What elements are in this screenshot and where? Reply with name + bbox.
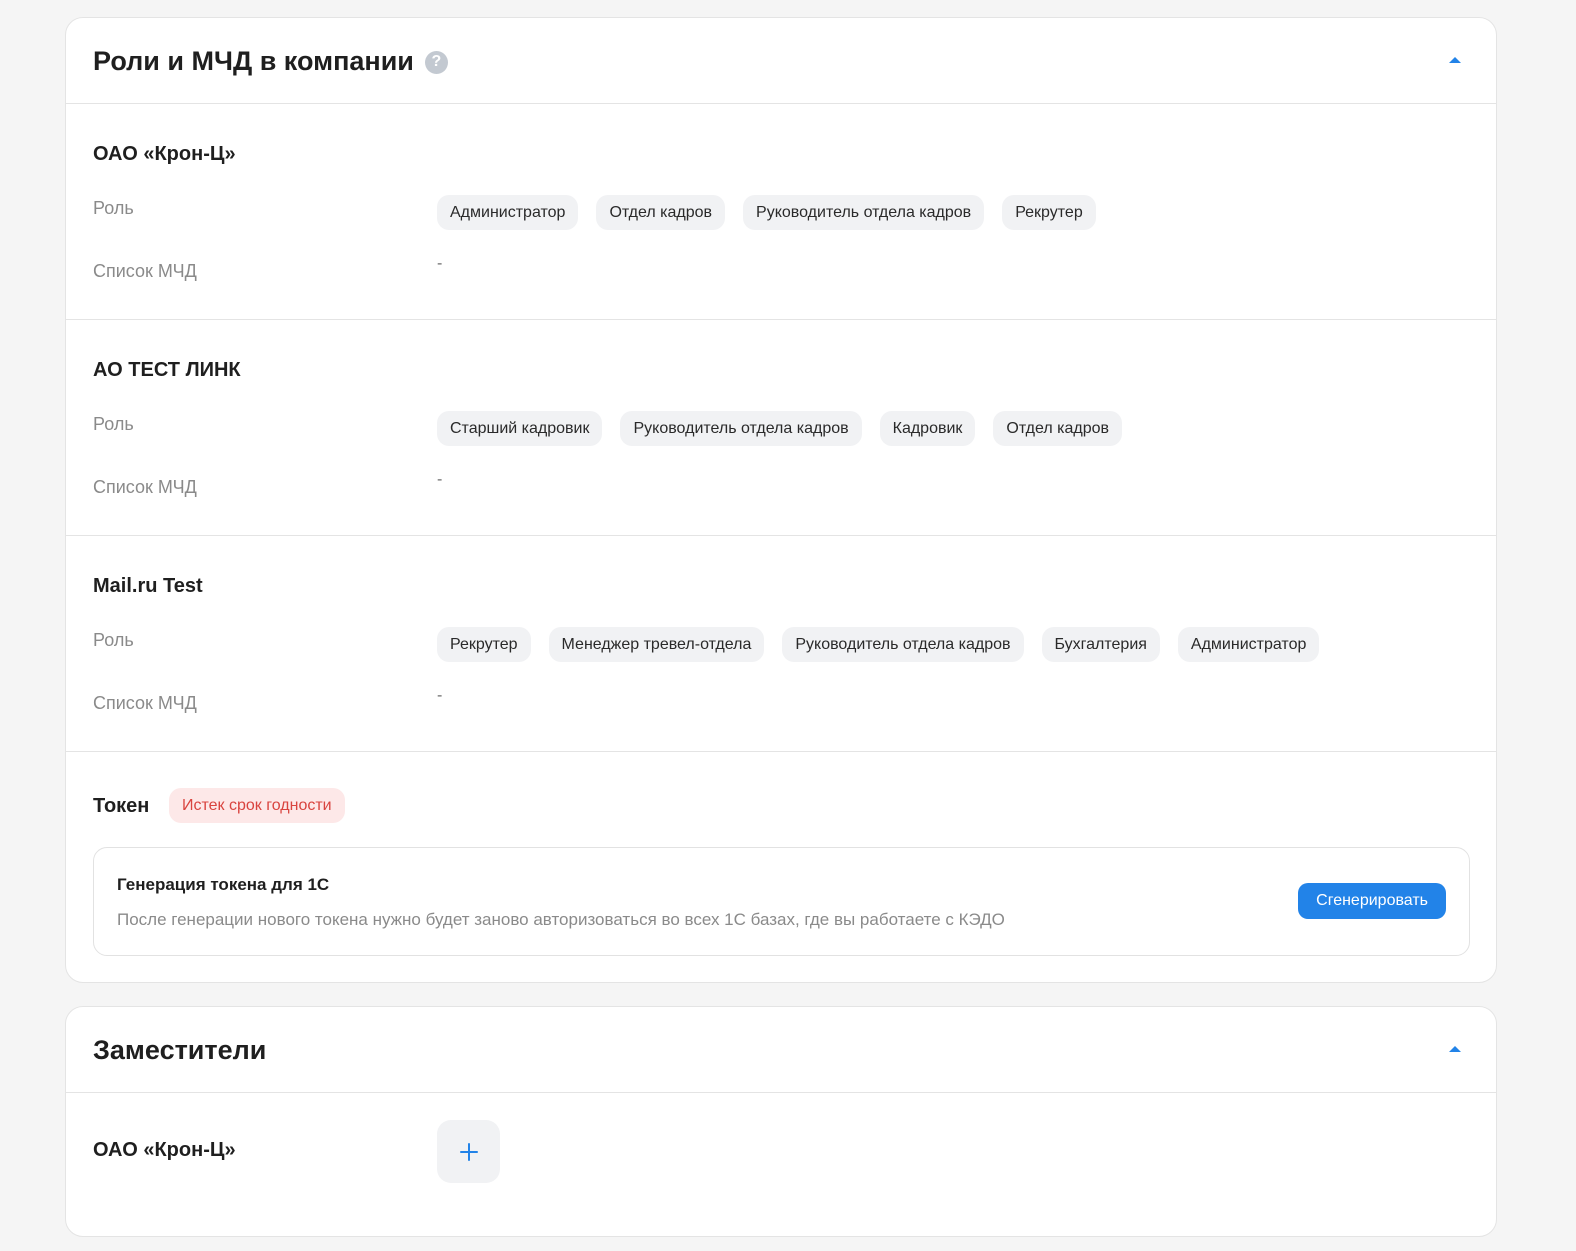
help-icon[interactable]: ? bbox=[424, 50, 448, 74]
deputies-card-title: Заместители bbox=[93, 1035, 267, 1065]
generate-token-button[interactable]: Сгенерировать bbox=[1298, 883, 1446, 919]
role-chip: Бухгалтерия bbox=[1041, 627, 1160, 662]
company-name: Mail.ru Test bbox=[93, 575, 203, 597]
company-name: АО ТЕСТ ЛИНК bbox=[93, 359, 241, 381]
token-generation-box: Генерация токена для 1С После генерации … bbox=[93, 847, 1470, 956]
role-chip: Отдел кадров bbox=[993, 411, 1123, 446]
mcd-list-label: Список МЧД bbox=[93, 693, 197, 713]
mcd-list-label: Список МЧД bbox=[93, 261, 197, 281]
role-chip: Отдел кадров bbox=[596, 195, 726, 230]
role-chip: Менеджер тревел-отдела bbox=[548, 627, 765, 662]
deputy-row: ОАО «Крон-Ц» bbox=[66, 1093, 1496, 1236]
role-label: Роль bbox=[93, 630, 134, 650]
role-chip: Рекрутер bbox=[437, 627, 531, 662]
role-chip: Администратор bbox=[437, 195, 579, 230]
collapse-chevron-up-icon[interactable] bbox=[1449, 1046, 1461, 1052]
roles-card-header[interactable]: Роли и МЧД в компании ? bbox=[66, 18, 1496, 104]
deputy-company-name: ОАО «Крон-Ц» bbox=[93, 1139, 236, 1161]
mcd-list-label: Список МЧД bbox=[93, 477, 197, 497]
token-status-badge: Истек срок годности bbox=[169, 788, 345, 823]
token-section: Токен Истек срок годности Генерация токе… bbox=[66, 752, 1496, 982]
role-chips: Старший кадровик Руководитель отдела кад… bbox=[437, 411, 1123, 446]
deputies-card: Заместители ОАО «Крон-Ц» bbox=[65, 1006, 1497, 1237]
role-chip: Руководитель отдела кадров bbox=[782, 627, 1024, 662]
roles-card-title-text: Роли и МЧД в компании bbox=[93, 46, 414, 76]
roles-mcd-card: Роли и МЧД в компании ? ОАО «Крон-Ц» Рол… bbox=[65, 17, 1497, 983]
company-block-test-link: АО ТЕСТ ЛИНК Роль Старший кадровик Руков… bbox=[66, 320, 1496, 536]
role-chip: Рекрутер bbox=[1002, 195, 1096, 230]
role-chips: Администратор Отдел кадров Руководитель … bbox=[437, 195, 1096, 230]
role-chip: Руководитель отдела кадров bbox=[743, 195, 985, 230]
plus-icon bbox=[459, 1142, 478, 1161]
collapse-chevron-up-icon[interactable] bbox=[1449, 57, 1461, 63]
role-chip: Кадровик bbox=[879, 411, 976, 446]
role-chips: Рекрутер Менеджер тревел-отдела Руководи… bbox=[437, 627, 1320, 662]
deputies-card-header[interactable]: Заместители bbox=[66, 1007, 1496, 1093]
mcd-list-value: - bbox=[437, 687, 443, 704]
role-label: Роль bbox=[93, 198, 134, 218]
company-block-kron: ОАО «Крон-Ц» Роль Администратор Отдел ка… bbox=[66, 104, 1496, 320]
role-label: Роль bbox=[93, 414, 134, 434]
role-chip: Руководитель отдела кадров bbox=[620, 411, 862, 446]
token-box-description: После генерации нового токена нужно буде… bbox=[117, 910, 1005, 929]
company-block-mailru-test: Mail.ru Test Роль Рекрутер Менеджер трев… bbox=[66, 536, 1496, 752]
add-deputy-button[interactable] bbox=[437, 1120, 500, 1183]
mcd-list-value: - bbox=[437, 255, 443, 272]
role-chip: Старший кадровик bbox=[437, 411, 603, 446]
roles-card-title: Роли и МЧД в компании ? bbox=[93, 42, 448, 80]
company-name: ОАО «Крон-Ц» bbox=[93, 143, 236, 165]
role-chip: Администратор bbox=[1177, 627, 1320, 662]
token-box-title: Генерация токена для 1С bbox=[117, 875, 330, 894]
mcd-list-value: - bbox=[437, 471, 443, 488]
token-title: Токен bbox=[93, 795, 150, 817]
